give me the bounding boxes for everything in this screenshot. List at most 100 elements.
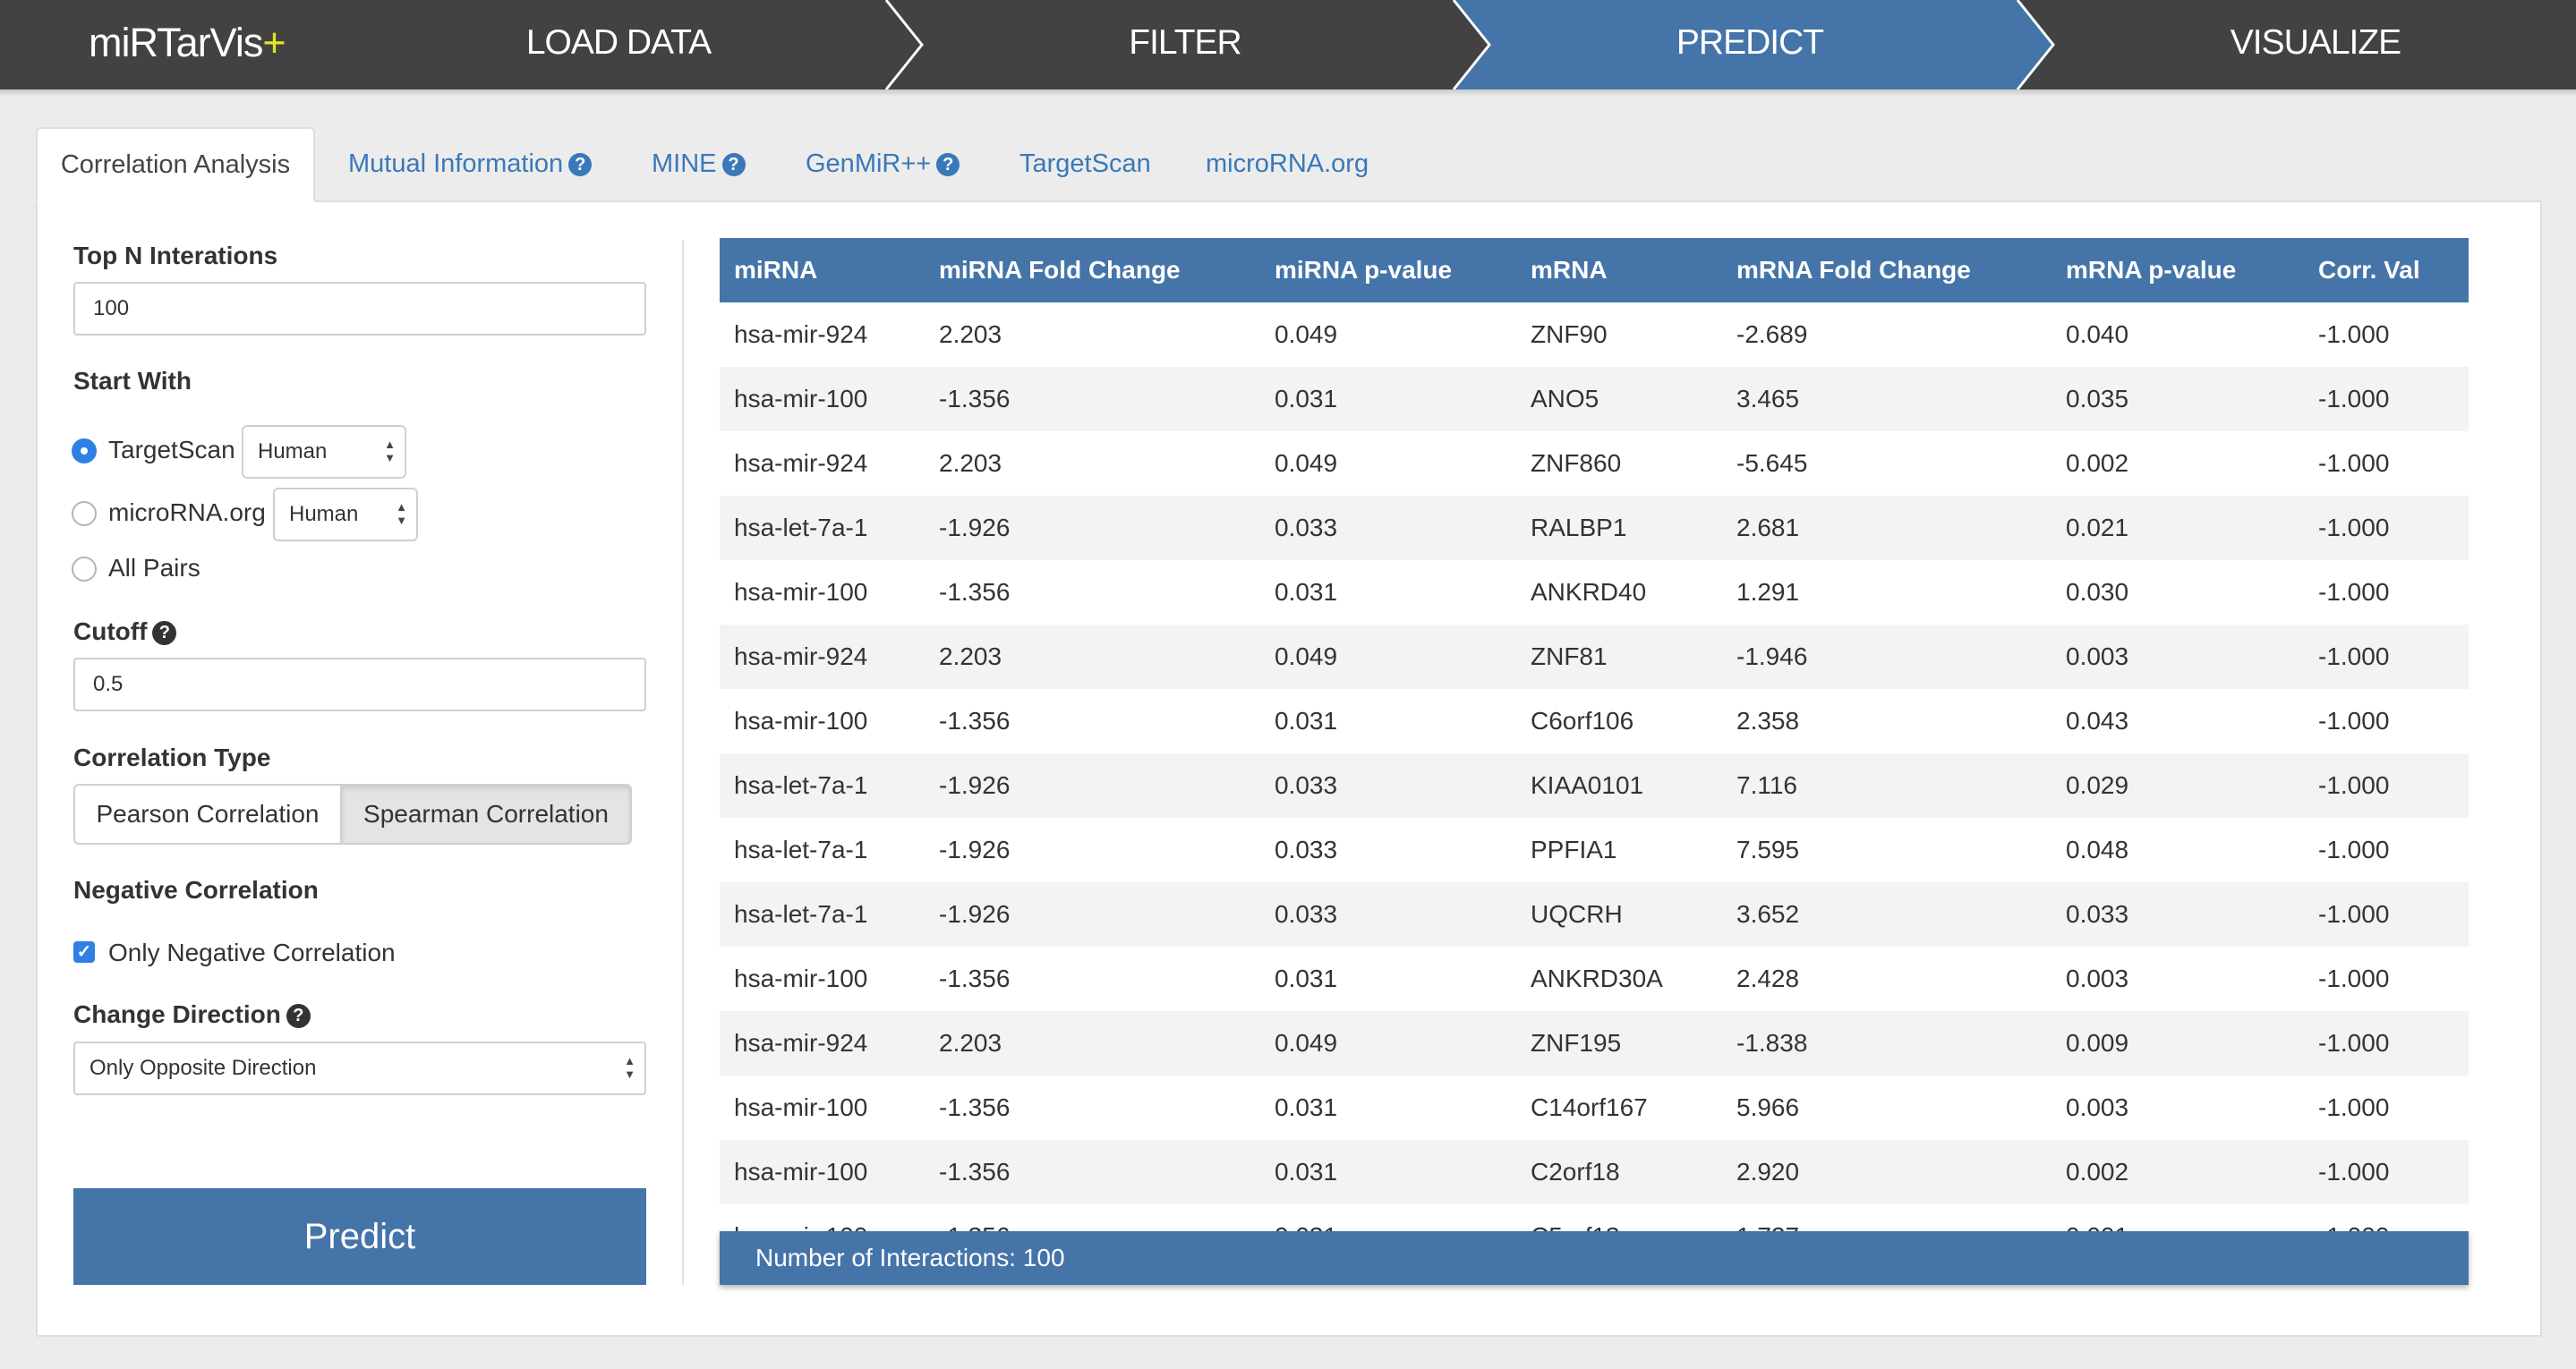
radio-all-pairs[interactable] [72, 557, 97, 582]
spearman-correlation-button[interactable]: Spearman Correlation [340, 784, 632, 845]
table-cell: 0.009 [2051, 1011, 2304, 1076]
table-row[interactable]: hsa-mir-100 -1.356 0.031 ANKRD30A 2.428 0.003… [720, 947, 2469, 1011]
table-row[interactable]: hsa-let-7a-1 -1.926 0.033 UQCRH 3.652 0.033 -1… [720, 882, 2469, 947]
results-table: miRNA miRNA Fold Change miRNA p-value mR… [720, 238, 2469, 1231]
change-direction-select[interactable]: Only Opposite Direction ▲ ▼ [73, 1042, 646, 1095]
only-negative-checkbox[interactable]: ✓ [73, 941, 95, 963]
only-negative-label: Only Negative Correlation [108, 939, 396, 966]
table-row[interactable]: hsa-mir-100 -1.356 0.031 C2orf18 2.920 0.002-… [720, 1140, 2469, 1204]
tab-targetscan[interactable]: TargetScan [1019, 127, 1151, 200]
table-cell: -1.000 [2318, 320, 2390, 348]
radio-targetscan[interactable] [72, 438, 97, 463]
tab-mutual-information[interactable]: Mutual Information? [348, 127, 593, 200]
column-header[interactable]: miRNA p-value [1260, 238, 1516, 302]
table-row[interactable]: hsa-mir-100 -1.356 0.031 ANO5 3.465 0.035 -1.0… [720, 367, 2469, 431]
table-row[interactable]: hsa-mir-100 -1.356 0.031 ANKRD40 1.291 0.030 -… [720, 560, 2469, 625]
table-cell: 1.291 [1736, 578, 1800, 606]
table-cell: -1.000 [2318, 449, 2390, 477]
table-row[interactable]: hsa-mir-924 2.203 0.049 ZNF195 -1.838 0.009 -1… [720, 1011, 2469, 1076]
table-cell: 0.001 [2051, 1204, 2304, 1231]
table-cell: -1.000 [2304, 1140, 2469, 1204]
table-cell: PPFIA1 [1531, 836, 1617, 863]
table-cell: ANKRD40 [1531, 578, 1647, 606]
step-load-data[interactable]: LOAD DATA [484, 0, 753, 89]
help-icon[interactable]: ? [286, 1004, 311, 1028]
help-icon[interactable]: ? [936, 153, 960, 176]
column-header[interactable]: miRNA Fold Change [925, 238, 1260, 302]
table-cell: 0.049 [1275, 449, 1338, 477]
step-predict[interactable]: PREDICT [1616, 0, 1884, 89]
table-cell: 0.049 [1260, 625, 1516, 689]
results-table-scroll[interactable]: miRNA miRNA Fold Change miRNA p-value mR… [720, 238, 2469, 1231]
table-row[interactable]: hsa-let-7a-1 -1.926 0.033 PPFIA1 7.595 0.048 -… [720, 818, 2469, 882]
column-header[interactable]: miRNA [720, 238, 925, 302]
select-arrows-icon: ▲ ▼ [624, 1054, 635, 1081]
table-row[interactable]: hsa-mir-100 -1.356 0.031 C14orf167 5.966 0.00… [720, 1076, 2469, 1140]
table-cell: hsa-let-7a-1 [720, 753, 925, 818]
table-row[interactable]: hsa-mir-924 2.203 0.049 ZNF81 -1.946 0.003 -1.… [720, 625, 2469, 689]
table-row[interactable]: hsa-mir-924 2.203 0.049 ZNF860 -5.645 0.002 -1… [720, 431, 2469, 496]
table-cell: 0.048 [2066, 836, 2129, 863]
table-cell: 5.966 [1736, 1093, 1800, 1121]
column-header[interactable]: mRNA Fold Change [1722, 238, 2051, 302]
table-cell: 2.203 [939, 449, 1002, 477]
table-cell: 0.033 [1275, 836, 1338, 863]
table-cell: ANO5 [1516, 367, 1722, 431]
table-cell: 0.033 [1260, 496, 1516, 560]
step-visualize[interactable]: VISUALIZE [2181, 0, 2450, 89]
nav-shadow [0, 89, 2576, 97]
table-row[interactable]: hsa-let-7a-1 -1.926 0.033 KIAA0101 7.116 0.02… [720, 753, 2469, 818]
radio-microrna-org[interactable] [72, 501, 97, 526]
help-icon[interactable]: ? [152, 621, 177, 645]
table-cell: hsa-mir-100 [734, 707, 868, 735]
column-header[interactable]: Corr. Val [2304, 238, 2469, 302]
table-cell: ZNF195 [1516, 1011, 1722, 1076]
correlation-type-label: Correlation Type [73, 744, 271, 771]
step-filter[interactable]: FILTER [1051, 0, 1319, 89]
table-row[interactable]: hsa-mir-100-1.3560.031C5orf131.7270.001-… [720, 1204, 2469, 1231]
targetscan-species-select[interactable]: Human ▲ ▼ [242, 425, 406, 479]
tab-correlation-analysis[interactable]: Correlation Analysis [36, 127, 315, 202]
table-cell: 0.021 [2051, 496, 2304, 560]
table-row[interactable]: hsa-mir-100 -1.356 0.031 C6orf106 2.358 0.043… [720, 689, 2469, 753]
table-cell: hsa-mir-100 [720, 1140, 925, 1204]
microrna-species-select[interactable]: Human ▲ ▼ [273, 488, 418, 541]
table-cell: 0.003 [2066, 965, 2129, 992]
tab-genmir[interactable]: GenMiR++? [806, 127, 960, 200]
table-cell: -1.946 [1722, 625, 2051, 689]
table-cell: -1.356 [939, 965, 1011, 992]
predict-button[interactable]: Predict [73, 1188, 646, 1285]
table-cell: C6orf106 [1531, 707, 1634, 735]
top-n-input[interactable]: 100 [73, 282, 646, 336]
table-cell: 0.031 [1275, 965, 1338, 992]
table-row[interactable]: hsa-mir-924 2.203 0.049 ZNF90 -2.689 0.040 -1.… [720, 302, 2469, 367]
select-value: Only Opposite Direction [90, 1056, 317, 1080]
table-cell: -1.926 [939, 836, 1011, 863]
table-cell: 0.043 [2066, 707, 2129, 735]
select-value: Human [258, 439, 328, 463]
app-logo[interactable]: miRTarVis+ [89, 0, 286, 89]
table-row[interactable]: hsa-let-7a-1 -1.926 0.033 RALBP1 2.681 0.021-… [720, 496, 2469, 560]
table-cell: ZNF860 [1531, 449, 1622, 477]
radio-targetscan-label: TargetScan [108, 436, 235, 463]
pearson-correlation-button[interactable]: Pearson Correlation [73, 784, 342, 845]
change-direction-label-row: Change Direction? [73, 1000, 311, 1029]
help-icon[interactable]: ? [568, 153, 593, 176]
table-cell: -1.926 [925, 882, 1260, 947]
table-cell: 7.116 [1722, 753, 2051, 818]
cutoff-input[interactable]: 0.5 [73, 658, 646, 711]
column-header[interactable]: mRNA p-value [2051, 238, 2304, 302]
tab-mine[interactable]: MINE? [652, 127, 746, 200]
tab-label: GenMiR++ [806, 149, 932, 178]
table-cell: hsa-mir-100 [734, 1093, 868, 1121]
table-cell: 0.040 [2066, 320, 2129, 348]
column-header[interactable]: mRNA [1516, 238, 1722, 302]
tab-microrna-org[interactable]: microRNA.org [1206, 127, 1369, 200]
table-cell: -1.356 [925, 1140, 1260, 1204]
help-icon[interactable]: ? [721, 153, 746, 176]
panel-divider [682, 240, 684, 1285]
table-cell: -1.356 [939, 578, 1011, 606]
table-cell: 2.428 [1736, 965, 1800, 992]
table-cell: 0.031 [1260, 1204, 1516, 1231]
table-cell: C5orf13 [1516, 1204, 1722, 1231]
